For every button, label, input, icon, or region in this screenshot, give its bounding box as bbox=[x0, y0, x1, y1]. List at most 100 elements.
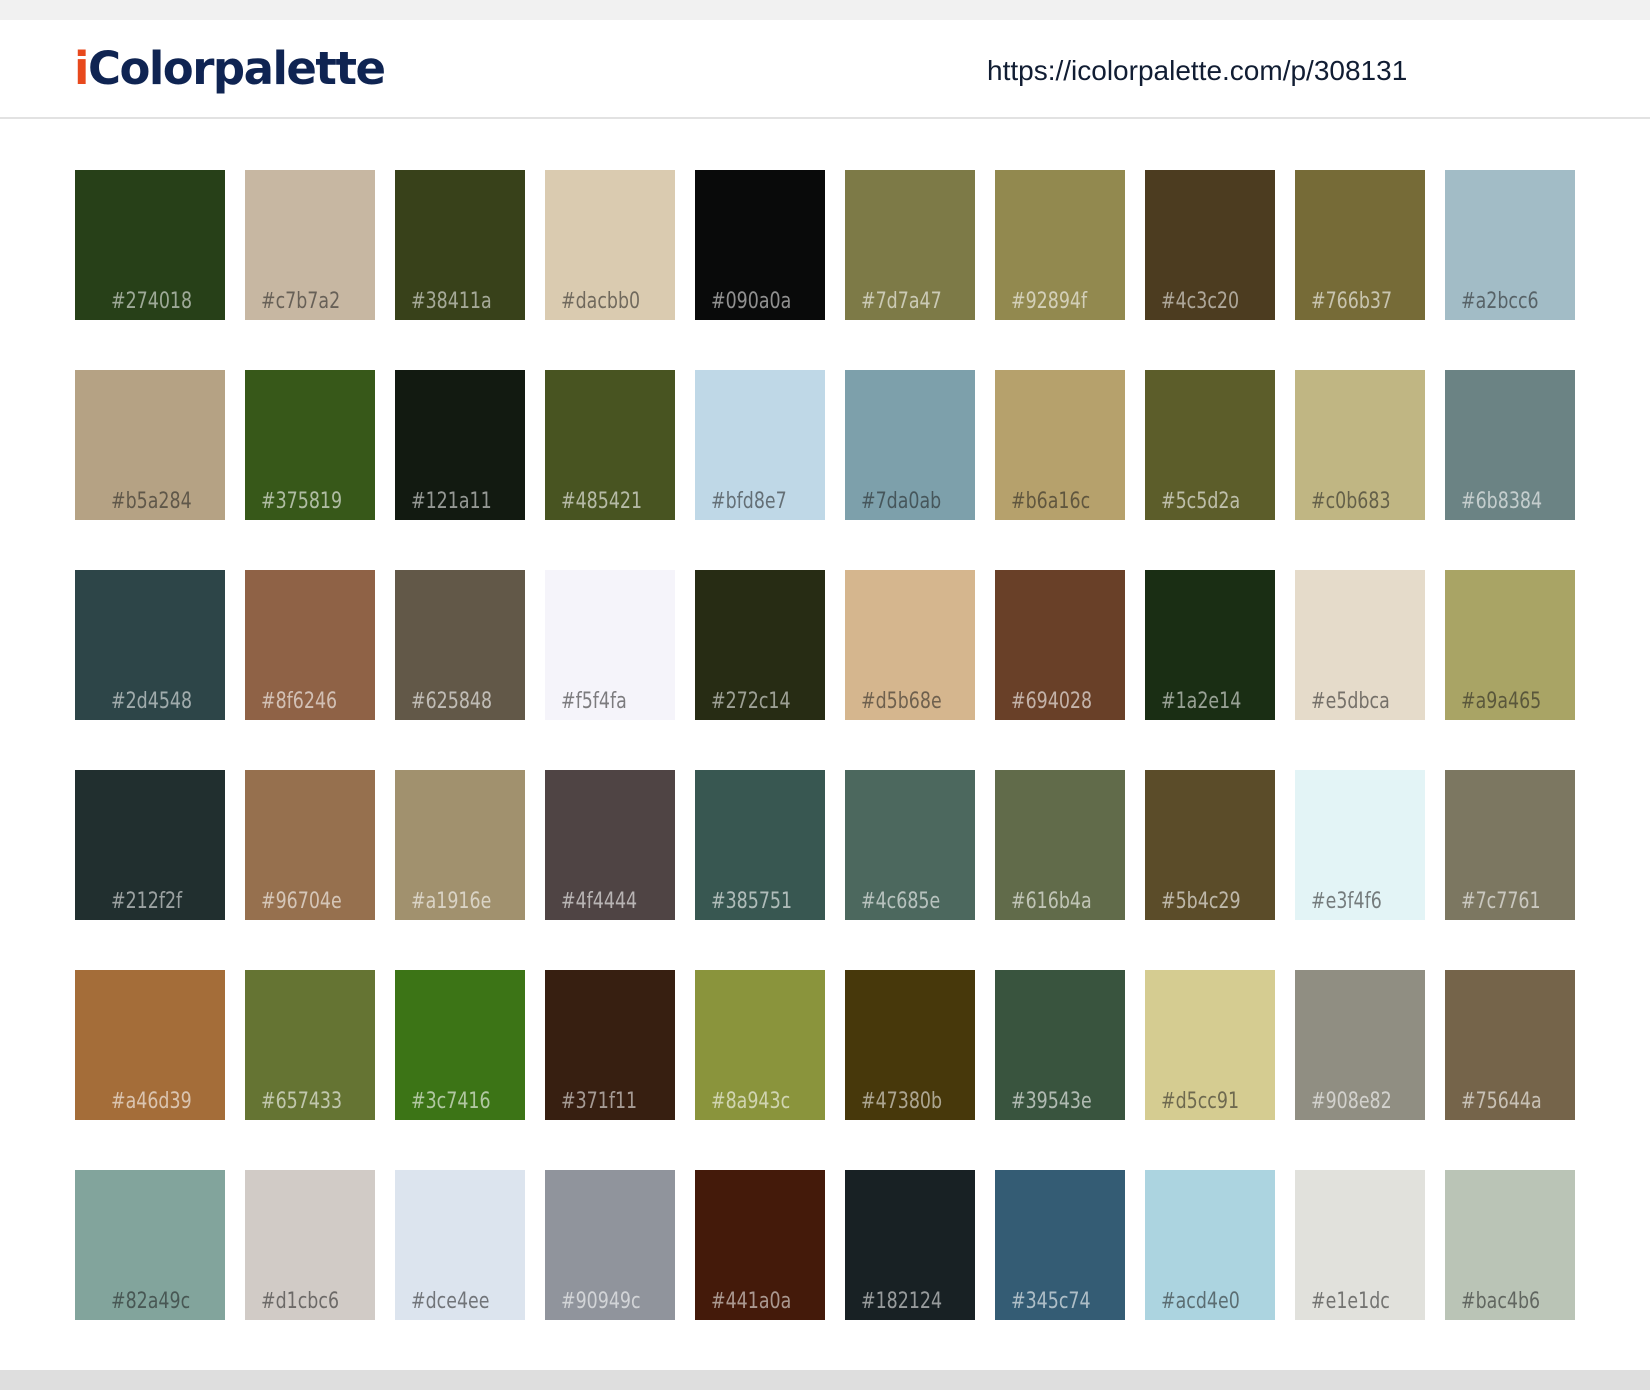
color-swatch[interactable]: #345c74 bbox=[995, 1170, 1125, 1320]
color-swatch[interactable]: #182124 bbox=[845, 1170, 975, 1320]
swatch-hex-label: #38411a bbox=[411, 289, 492, 314]
color-swatch[interactable]: #8f6246 bbox=[245, 570, 375, 720]
swatch-hex-label: #a9a465 bbox=[1461, 689, 1542, 714]
color-swatch[interactable]: #385751 bbox=[695, 770, 825, 920]
color-swatch[interactable]: #dacbb0 bbox=[545, 170, 675, 320]
color-swatch[interactable]: #dce4ee bbox=[395, 1170, 525, 1320]
color-swatch[interactable]: #a9a465 bbox=[1445, 570, 1575, 720]
swatch-hex-label: #375819 bbox=[261, 489, 343, 514]
color-swatch[interactable]: #625848 bbox=[395, 570, 525, 720]
color-swatch[interactable]: #f5f4fa bbox=[545, 570, 675, 720]
swatch-hex-label: #bfd8e7 bbox=[711, 489, 787, 514]
swatch-hex-label: #4c685e bbox=[861, 889, 941, 914]
color-swatch[interactable]: #a2bcc6 bbox=[1445, 170, 1575, 320]
swatch-hex-label: #d5cc91 bbox=[1161, 1089, 1240, 1114]
color-swatch[interactable]: #d5cc91 bbox=[1145, 970, 1275, 1120]
color-swatch[interactable]: #e1e1dc bbox=[1295, 1170, 1425, 1320]
color-swatch[interactable]: #5b4c29 bbox=[1145, 770, 1275, 920]
swatch-hex-label: #1a2e14 bbox=[1161, 689, 1242, 714]
color-swatch[interactable]: #8a943c bbox=[695, 970, 825, 1120]
color-swatch[interactable]: #90949c bbox=[545, 1170, 675, 1320]
color-swatch[interactable]: #47380b bbox=[845, 970, 975, 1120]
color-swatch[interactable]: #371f11 bbox=[545, 970, 675, 1120]
color-swatch[interactable]: #2d4548 bbox=[75, 570, 225, 720]
swatch-hex-label: #657433 bbox=[261, 1089, 343, 1114]
swatch-hex-label: #694028 bbox=[1011, 689, 1093, 714]
color-swatch[interactable]: #38411a bbox=[395, 170, 525, 320]
color-swatch[interactable]: #a1916e bbox=[395, 770, 525, 920]
swatch-hex-label: #90949c bbox=[561, 1289, 641, 1314]
swatch-hex-label: #75644a bbox=[1461, 1089, 1542, 1114]
color-swatch[interactable]: #82a49c bbox=[75, 1170, 225, 1320]
color-swatch[interactable]: #bac4b6 bbox=[1445, 1170, 1575, 1320]
swatch-hex-label: #5c5d2a bbox=[1161, 489, 1241, 514]
swatch-hex-label: #92894f bbox=[1011, 289, 1088, 314]
color-swatch[interactable]: #5c5d2a bbox=[1145, 370, 1275, 520]
color-swatch[interactable]: #a46d39 bbox=[75, 970, 225, 1120]
color-swatch[interactable]: #b5a284 bbox=[75, 370, 225, 520]
color-swatch[interactable]: #b6a16c bbox=[995, 370, 1125, 520]
color-swatch[interactable]: #441a0a bbox=[695, 1170, 825, 1320]
color-swatch[interactable]: #7c7761 bbox=[1445, 770, 1575, 920]
swatch-hex-label: #96704e bbox=[261, 889, 342, 914]
color-swatch[interactable]: #375819 bbox=[245, 370, 375, 520]
swatch-hex-label: #c0b683 bbox=[1311, 489, 1391, 514]
swatch-hex-label: #dce4ee bbox=[411, 1289, 490, 1314]
color-swatch[interactable]: #616b4a bbox=[995, 770, 1125, 920]
swatch-hex-label: #6b8384 bbox=[1461, 489, 1543, 514]
swatch-hex-label: #272c14 bbox=[711, 689, 791, 714]
swatch-hex-label: #47380b bbox=[861, 1089, 943, 1114]
swatch-hex-label: #8a943c bbox=[711, 1089, 791, 1114]
swatch-hex-label: #766b37 bbox=[1311, 289, 1393, 314]
swatch-hex-label: #371f11 bbox=[561, 1089, 638, 1114]
swatch-hex-label: #485421 bbox=[561, 489, 643, 514]
color-swatch[interactable]: #c7b7a2 bbox=[245, 170, 375, 320]
color-swatch[interactable]: #272c14 bbox=[695, 570, 825, 720]
color-swatch[interactable]: #bfd8e7 bbox=[695, 370, 825, 520]
color-swatch[interactable]: #694028 bbox=[995, 570, 1125, 720]
color-swatch[interactable]: #657433 bbox=[245, 970, 375, 1120]
color-swatch[interactable]: #7da0ab bbox=[845, 370, 975, 520]
bottom-bar bbox=[0, 1370, 1650, 1390]
color-swatch[interactable]: #4f4444 bbox=[545, 770, 675, 920]
swatch-hex-label: #908e82 bbox=[1311, 1089, 1392, 1114]
swatch-hex-label: #82a49c bbox=[111, 1289, 191, 1314]
color-swatch[interactable]: #121a11 bbox=[395, 370, 525, 520]
swatch-hex-label: #acd4e0 bbox=[1161, 1289, 1240, 1314]
color-swatch[interactable]: #766b37 bbox=[1295, 170, 1425, 320]
color-swatch[interactable]: #c0b683 bbox=[1295, 370, 1425, 520]
color-swatch[interactable]: #7d7a47 bbox=[845, 170, 975, 320]
color-swatch[interactable]: #090a0a bbox=[695, 170, 825, 320]
swatch-hex-label: #a46d39 bbox=[111, 1089, 192, 1114]
color-swatch[interactable]: #75644a bbox=[1445, 970, 1575, 1120]
color-swatch[interactable]: #acd4e0 bbox=[1145, 1170, 1275, 1320]
color-swatch[interactable]: #39543e bbox=[995, 970, 1125, 1120]
swatch-hex-label: #8f6246 bbox=[261, 689, 338, 714]
swatch-hex-label: #5b4c29 bbox=[1161, 889, 1241, 914]
swatch-hex-label: #7da0ab bbox=[861, 489, 942, 514]
color-swatch[interactable]: #6b8384 bbox=[1445, 370, 1575, 520]
swatch-hex-label: #2d4548 bbox=[111, 689, 193, 714]
swatch-hex-label: #616b4a bbox=[1011, 889, 1092, 914]
color-swatch[interactable]: #274018 bbox=[75, 170, 225, 320]
color-swatch[interactable]: #92894f bbox=[995, 170, 1125, 320]
swatch-hex-label: #d1cbc6 bbox=[261, 1289, 340, 1314]
color-swatch[interactable]: #908e82 bbox=[1295, 970, 1425, 1120]
color-swatch[interactable]: #3c7416 bbox=[395, 970, 525, 1120]
page-body: iColorpalette https://icolorpalette.com/… bbox=[0, 20, 1650, 1370]
color-swatch[interactable]: #212f2f bbox=[75, 770, 225, 920]
swatch-hex-label: #e5dbca bbox=[1311, 689, 1390, 714]
color-swatch[interactable]: #485421 bbox=[545, 370, 675, 520]
swatch-hex-label: #e1e1dc bbox=[1311, 1289, 1390, 1314]
color-swatch[interactable]: #e3f4f6 bbox=[1295, 770, 1425, 920]
swatch-hex-label: #7c7761 bbox=[1461, 889, 1541, 914]
color-swatch[interactable]: #d1cbc6 bbox=[245, 1170, 375, 1320]
color-swatch[interactable]: #d5b68e bbox=[845, 570, 975, 720]
color-swatch[interactable]: #4c3c20 bbox=[1145, 170, 1275, 320]
color-swatch[interactable]: #96704e bbox=[245, 770, 375, 920]
color-swatch[interactable]: #1a2e14 bbox=[1145, 570, 1275, 720]
swatch-hex-label: #3c7416 bbox=[411, 1089, 491, 1114]
color-swatch[interactable]: #e5dbca bbox=[1295, 570, 1425, 720]
color-swatch[interactable]: #4c685e bbox=[845, 770, 975, 920]
swatch-hex-label: #f5f4fa bbox=[561, 689, 627, 714]
